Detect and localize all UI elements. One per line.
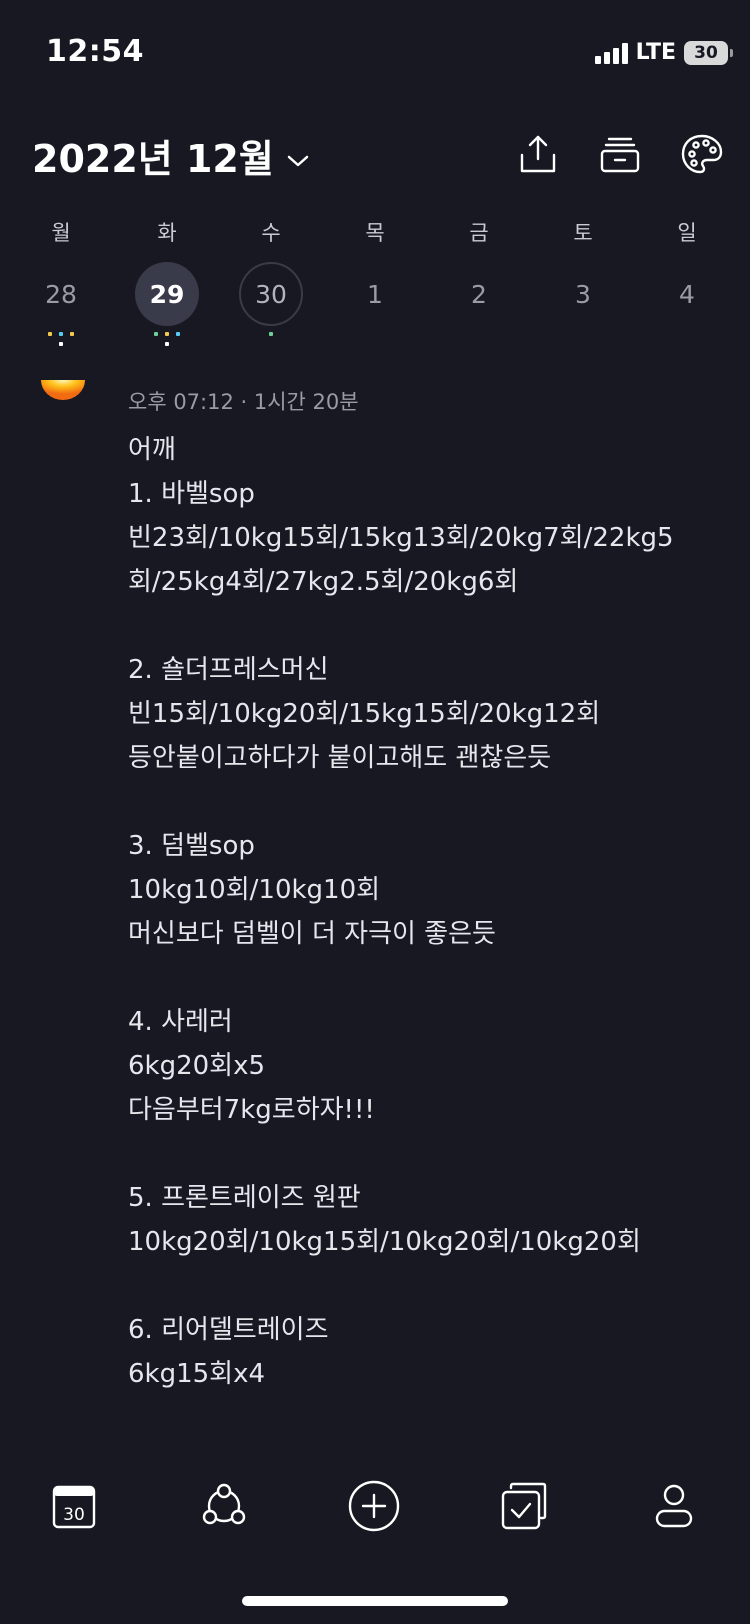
entry-paragraph: 3. 덤벨sop 10kg10회/10kg10회 머신보다 덤벨이 더 자극이 … — [128, 824, 688, 956]
day-3[interactable]: 토 3 — [551, 218, 615, 326]
entry-paragraph: 4. 사레러 6kg20회x5 다음부터7kg로하자!!! — [128, 1000, 688, 1132]
day-dots — [29, 332, 93, 346]
weekday-label: 수 — [261, 221, 281, 245]
entry-line: 10kg20회/10kg15회/10kg20회/10kg20회 — [128, 1227, 641, 1257]
entry-line: 4. 사레러 — [128, 1007, 233, 1037]
palette-icon[interactable] — [680, 132, 724, 176]
weekday-label: 월 — [51, 221, 71, 245]
entry-line: 6kg15회x4 — [128, 1359, 266, 1389]
tab-bar: 30 — [0, 1466, 750, 1556]
tasks-tab[interactable] — [494, 1466, 554, 1546]
entry-line: 빈23회/10kg15회/15kg13회/20kg7회/22kg5 — [128, 523, 674, 553]
entry-line: 1. 바벨sop — [128, 479, 255, 509]
entry-meta: 오후 07:12 · 1시간 20분 — [128, 390, 359, 414]
home-indicator — [242, 1596, 508, 1606]
weekday-label: 금 — [469, 221, 489, 245]
day-30[interactable]: 수 30 — [239, 218, 303, 346]
add-tab[interactable] — [344, 1466, 404, 1546]
entry-line: 5. 프론트레이즈 원판 — [128, 1183, 361, 1213]
entry-line: 회/25kg4회/27kg2.5회/20kg6회 — [128, 567, 519, 597]
month-selector[interactable]: 2022년 12월 — [32, 128, 310, 183]
chevron-down-icon — [286, 134, 310, 178]
entry-line: 6. 리어델트레이즈 — [128, 1315, 329, 1345]
day-2[interactable]: 금 2 — [447, 218, 511, 326]
network-label: LTE — [635, 40, 676, 65]
archive-icon[interactable] — [598, 132, 642, 176]
weekday-label: 일 — [677, 221, 697, 245]
sunset-icon — [40, 380, 86, 402]
community-icon — [202, 1483, 246, 1525]
user-icon — [655, 1484, 693, 1528]
day-number-today: 30 — [239, 262, 303, 326]
community-tab[interactable] — [194, 1466, 254, 1546]
month-label: 2022년 12월 — [32, 137, 274, 181]
entry-line: 10kg10회/10kg10회 — [128, 875, 381, 905]
day-4[interactable]: 일 4 — [655, 218, 719, 326]
plus-circle-icon — [348, 1480, 400, 1532]
status-indicators: LTE 30 — [594, 40, 733, 65]
entry-paragraph: 5. 프론트레이즈 원판 10kg20회/10kg15회/10kg20회/10k… — [128, 1176, 688, 1264]
calendar-icon: 30 — [52, 1485, 96, 1529]
entry-paragraph: 어깨 1. 바벨sop 빈23회/10kg15회/15kg13회/20kg7회/… — [128, 428, 688, 604]
entry-body[interactable]: 어깨 1. 바벨sop 빈23회/10kg15회/15kg13회/20kg7회/… — [128, 428, 688, 1440]
weekday-label: 화 — [157, 221, 177, 245]
day-number: 3 — [575, 279, 591, 309]
day-29[interactable]: 화 29 — [135, 218, 199, 346]
signal-icon — [594, 42, 628, 64]
day-dots — [135, 332, 199, 346]
calendar-tab[interactable]: 30 — [44, 1466, 104, 1546]
day-number: 4 — [679, 279, 695, 309]
weekday-label: 토 — [573, 221, 593, 245]
entry-line: 어깨 — [128, 435, 176, 465]
share-icon[interactable] — [516, 132, 560, 176]
battery-icon: 30 — [684, 40, 733, 65]
weekday-label: 목 — [365, 221, 385, 245]
day-number: 1 — [367, 279, 383, 309]
entry-line: 머신보다 덤벨이 더 자극이 좋은듯 — [128, 919, 496, 949]
status-time: 12:54 — [46, 34, 144, 69]
entry-line: 6kg20회x5 — [128, 1051, 266, 1081]
entry-line: 빈15회/10kg20회/15kg15회/20kg12회 — [128, 699, 601, 729]
day-28[interactable]: 월 28 — [29, 218, 93, 346]
entry-paragraph: 2. 숄더프레스머신 빈15회/10kg20회/15kg15회/20kg12회 … — [128, 648, 688, 780]
day-dots — [239, 332, 303, 346]
day-number: 2 — [471, 279, 487, 309]
day-number: 28 — [45, 279, 77, 309]
checklist-icon — [501, 1482, 547, 1530]
profile-tab[interactable] — [644, 1466, 704, 1546]
entry-line: 2. 숄더프레스머신 — [128, 655, 329, 685]
entry-line: 등안붙이고하다가 붙이고해도 괜찮은듯 — [128, 743, 552, 773]
entry-paragraph: 6. 리어델트레이즈 6kg15회x4 — [128, 1308, 688, 1396]
header-actions — [516, 132, 724, 176]
entry-line: 3. 덤벨sop — [128, 831, 255, 861]
status-bar: 12:54 LTE 30 — [0, 0, 750, 100]
day-1[interactable]: 목 1 — [343, 218, 407, 326]
calendar-badge: 30 — [63, 1505, 85, 1525]
entry-line: 다음부터7kg로하자!!! — [128, 1095, 375, 1125]
day-number-selected: 29 — [135, 262, 199, 326]
